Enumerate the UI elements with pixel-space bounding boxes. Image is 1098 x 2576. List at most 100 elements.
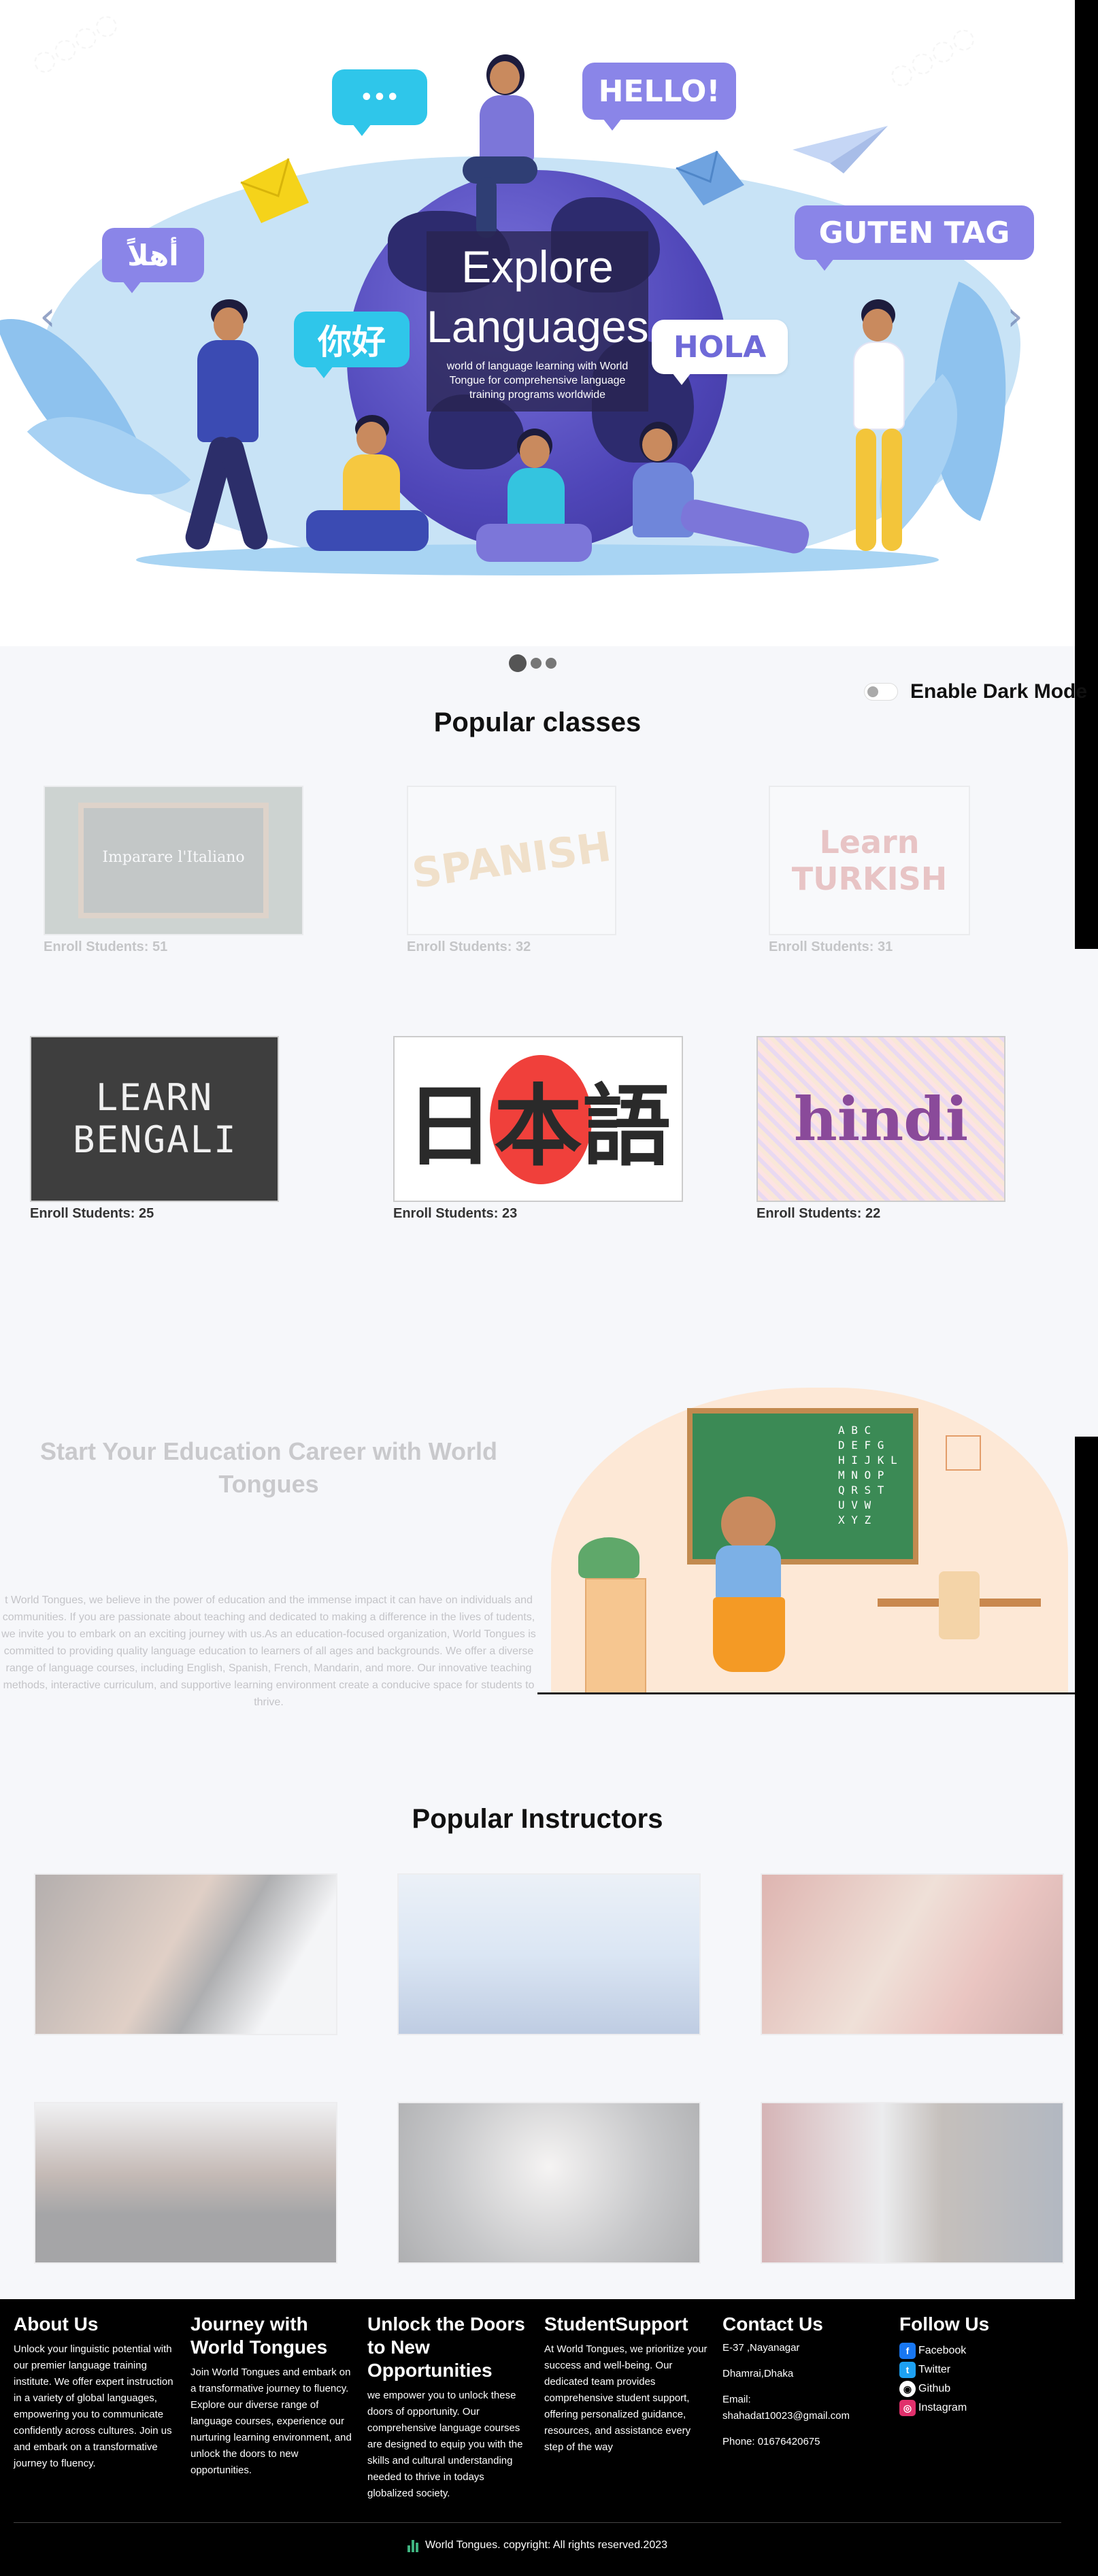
class-card[interactable]: Learn TURKISH Enroll Students: 31 bbox=[769, 786, 970, 955]
footer-about-title: About Us bbox=[14, 2313, 99, 2335]
footer-contact: Contact Us E-37 ,Nayanagar Dhamrai,Dhaka… bbox=[722, 2313, 886, 2461]
class-image-bengali: LEARN BENGALI bbox=[30, 1036, 279, 1202]
side-cabinet bbox=[585, 1578, 646, 1694]
footer-journey-text: Join World Tongues and embark on a trans… bbox=[190, 2366, 352, 2476]
footer-unlock-text: we empower you to unlock these doors of … bbox=[367, 2390, 523, 2499]
person-standing-phone-illustration bbox=[163, 299, 299, 571]
instructor-photo[interactable] bbox=[34, 2102, 337, 2264]
enroll-count: Enroll Students: 31 bbox=[769, 939, 893, 954]
right-edge-strip bbox=[1075, 1437, 1098, 2576]
person-reclining-phone-illustration bbox=[619, 422, 816, 578]
career-title: Start Your Education Career with World T… bbox=[39, 1437, 498, 1498]
social-link-facebook[interactable]: f Facebook bbox=[899, 2341, 1063, 2360]
chair bbox=[939, 1571, 980, 1639]
person-with-laptop-illustration bbox=[449, 54, 558, 238]
enroll-count: Enroll Students: 22 bbox=[756, 1206, 881, 1221]
clock-frame bbox=[946, 1435, 981, 1471]
footer-about: About Us Unlock your linguistic potentia… bbox=[14, 2313, 177, 2472]
carousel-dot[interactable] bbox=[546, 658, 556, 669]
speech-bubble-hola: HOLA bbox=[652, 320, 788, 385]
footer-follow-title: Follow Us bbox=[899, 2313, 990, 2335]
instructor-photo[interactable] bbox=[397, 2102, 701, 2264]
popular-classes-title: Popular classes bbox=[433, 707, 642, 737]
popular-instructors-title: Popular Instructors bbox=[412, 1804, 663, 1834]
footer-support: StudentSupport At World Tongues, we prio… bbox=[544, 2313, 708, 2456]
class-image-japanese: 日本語 bbox=[393, 1036, 683, 1202]
speech-bubble-hello: HELLO! bbox=[582, 63, 736, 131]
footer-support-title: StudentSupport bbox=[544, 2313, 688, 2335]
enroll-count: Enroll Students: 23 bbox=[393, 1206, 518, 1221]
footer-unlock-title: Unlock the Doors to New Opportunities bbox=[367, 2313, 525, 2381]
paper-plane-icon bbox=[793, 126, 888, 173]
plant bbox=[578, 1537, 639, 1578]
person-standing-phone-illustration bbox=[830, 299, 925, 571]
footer-copyright: World Tongues. copyright: All rights res… bbox=[0, 2539, 1075, 2552]
footer-follow: Follow Us f Facebook t Twitter ◉ Github … bbox=[899, 2313, 1063, 2418]
dark-mode-label: Enable Dark Mode bbox=[910, 680, 1088, 703]
instructor-photo[interactable] bbox=[34, 1873, 337, 2035]
teacher-head bbox=[721, 1496, 776, 1551]
class-card[interactable]: Imparare l'Italiano Enroll Students: 51 bbox=[44, 786, 303, 955]
speech-bubble-dots: ••• bbox=[332, 69, 427, 136]
dark-mode-toggle-group: Enable Dark Mode bbox=[864, 680, 1087, 703]
contact-email-label: Email: bbox=[722, 2394, 751, 2405]
footer-divider bbox=[14, 2522, 1061, 2523]
social-link-github[interactable]: ◉ Github bbox=[899, 2379, 1063, 2398]
facebook-icon: f bbox=[899, 2343, 916, 2359]
teacher-illustration: A B C D E F G H I J K L M N O P Q R S T … bbox=[537, 1367, 1075, 1694]
carousel-prev-arrow[interactable]: ‹ bbox=[39, 292, 56, 340]
floor-line bbox=[537, 1692, 1075, 1694]
teacher-shirt bbox=[716, 1545, 781, 1600]
github-icon: ◉ bbox=[899, 2381, 916, 2397]
copyright-text: World Tongues. copyright: All rights res… bbox=[425, 2539, 668, 2551]
site-footer: About Us Unlock your linguistic potentia… bbox=[0, 2299, 1075, 2576]
footer-unlock: Unlock the Doors to New Opportunities we… bbox=[367, 2313, 531, 2502]
enroll-count: Enroll Students: 32 bbox=[407, 939, 531, 954]
teacher-skirt bbox=[713, 1597, 785, 1672]
class-card[interactable]: LEARN BENGALI Enroll Students: 25 bbox=[30, 1036, 279, 1222]
chalkboard: A B C D E F G H I J K L M N O P Q R S T … bbox=[687, 1408, 918, 1565]
instructor-photo[interactable] bbox=[397, 1873, 701, 2035]
speech-bubble-guten-tag: GUTEN TAG bbox=[795, 205, 1034, 271]
envelope-icon bbox=[676, 150, 744, 205]
twitter-icon: t bbox=[899, 2362, 916, 2378]
class-image-italian: Imparare l'Italiano bbox=[44, 786, 303, 935]
social-link-instagram[interactable]: ◎ Instagram bbox=[899, 2398, 1063, 2418]
dark-mode-toggle[interactable] bbox=[864, 683, 898, 701]
watermark: ◌◌◌◌ bbox=[26, 5, 124, 80]
speech-bubble-nihao: 你好 bbox=[294, 312, 410, 378]
hero-title: Explore Languages bbox=[427, 241, 649, 352]
instructor-photo[interactable] bbox=[761, 2102, 1064, 2264]
contact-address-line1: E-37 ,Nayanagar bbox=[722, 2342, 800, 2354]
footer-contact-title: Contact Us bbox=[722, 2313, 823, 2335]
footer-support-text: At World Tongues, we prioritize your suc… bbox=[544, 2343, 708, 2453]
watermark: ◌◌◌◌ bbox=[883, 19, 981, 94]
hero-caption: Explore Languages world of language lear… bbox=[427, 231, 649, 412]
class-image-spanish: SPANISH bbox=[407, 786, 616, 935]
social-link-twitter[interactable]: t Twitter bbox=[899, 2360, 1063, 2379]
class-card[interactable]: 日本語 Enroll Students: 23 bbox=[393, 1036, 683, 1222]
instructor-photo[interactable] bbox=[761, 1873, 1064, 2035]
class-image-turkish: Learn TURKISH bbox=[769, 786, 970, 935]
contact-email[interactable]: shahadat10023@gmail.com bbox=[722, 2409, 886, 2423]
footer-about-text: Unlock your linguistic potential with ou… bbox=[14, 2343, 173, 2469]
carousel-next-arrow[interactable]: › bbox=[1007, 292, 1023, 340]
world-tongues-logo-icon bbox=[407, 2539, 420, 2552]
contact-address-line2: Dhamrai,Dhaka bbox=[722, 2368, 794, 2379]
envelope-icon bbox=[240, 158, 309, 223]
career-description: t World Tongues, we believe in the power… bbox=[1, 1594, 536, 1708]
hero-subtitle: world of language learning with World To… bbox=[446, 361, 629, 401]
class-image-hindi: hindi bbox=[756, 1036, 1005, 1202]
person-sitting-laptop-illustration bbox=[299, 415, 435, 571]
person-sitting-laptop-illustration bbox=[469, 429, 599, 578]
enroll-count: Enroll Students: 51 bbox=[44, 939, 168, 954]
right-edge-strip bbox=[1075, 0, 1098, 949]
carousel-dot[interactable] bbox=[509, 654, 527, 672]
carousel-dot[interactable] bbox=[531, 658, 542, 669]
contact-phone: Phone: 01676420675 bbox=[722, 2436, 820, 2447]
speech-bubble-arabic: أهلاً bbox=[102, 228, 204, 293]
class-card[interactable]: hindi Enroll Students: 22 bbox=[756, 1036, 1005, 1222]
enroll-count: Enroll Students: 25 bbox=[30, 1206, 154, 1221]
hero-carousel: ◌◌◌◌ ◌◌◌◌ ••• HELLO! GUTEN TAG HOLA 你好 أ… bbox=[0, 0, 1075, 646]
class-card[interactable]: SPANISH Enroll Students: 32 bbox=[407, 786, 616, 955]
